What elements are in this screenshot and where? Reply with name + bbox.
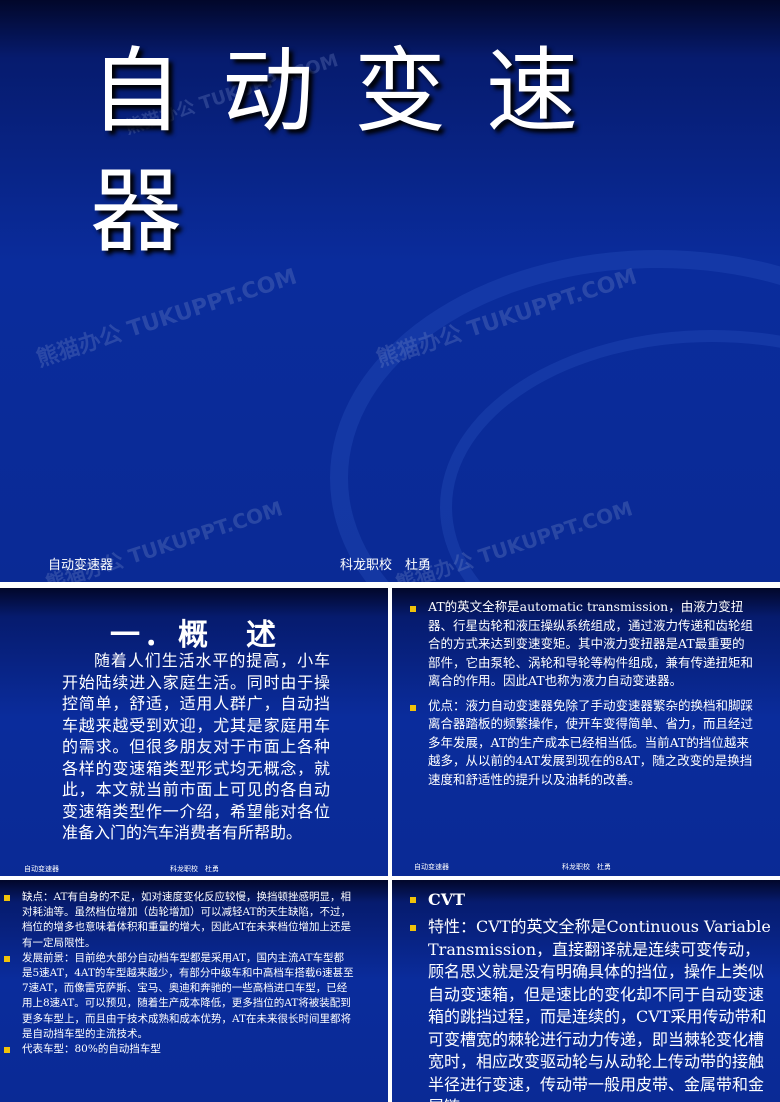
bullet-item: 优点：液力自动变速器免除了手动变速器繁杂的换档和脚踩离合器踏板的频繁操作，使开车… bbox=[410, 697, 755, 790]
bullet-marker bbox=[4, 1047, 10, 1054]
bullet-list: 缺点：AT有自身的不足，如对速度变化反应较慢，换挡顿挫感明显，相对耗油等。虽然档… bbox=[4, 890, 354, 1057]
footer-left: 自动变速器 bbox=[24, 865, 59, 873]
bullet-text: 发展前景：目前绝大部分自动档车型都是采用AT，国内主流AT车型都是5速AT，4A… bbox=[22, 951, 354, 1040]
bullet-marker bbox=[410, 897, 416, 903]
watermark: 熊猫办公 TUKUPPT.COM bbox=[33, 264, 301, 373]
bullet-marker bbox=[4, 955, 10, 962]
cvt-body-item: 特性：CVT的英文全称是Continuous Variable Transmis… bbox=[410, 916, 773, 1102]
bullet-item: 代表车型：80%的自动挡车型 bbox=[4, 1042, 354, 1057]
bullet-marker bbox=[410, 704, 416, 711]
slide-heading: 一．概 述 bbox=[110, 618, 280, 653]
at-intro-slide: AT的英文全称是automatic transmission，由液力变扭器、行星… bbox=[392, 588, 780, 876]
cvt-body: 特性：CVT的英文全称是Continuous Variable Transmis… bbox=[428, 917, 771, 1102]
bullet-item: AT的英文全称是automatic transmission，由液力变扭器、行星… bbox=[410, 598, 755, 691]
bullet-marker bbox=[410, 606, 416, 612]
cvt-heading-item: CVT bbox=[410, 890, 465, 909]
overview-paragraph: 随着人们生活水平的提高，小车开始陆续进入家庭生活。同时由于操控简单，舒适，适用人… bbox=[62, 651, 330, 842]
cvt-heading: CVT bbox=[428, 890, 466, 909]
footer-right: 科龙职校 杜勇 bbox=[170, 865, 219, 873]
footer-left: 自动变速器 bbox=[48, 558, 114, 573]
footer-right: 科龙职校 杜勇 bbox=[340, 558, 432, 573]
bullet-text: AT的英文全称是automatic transmission，由液力变扭器、行星… bbox=[428, 599, 754, 688]
footer-left: 自动变速器 bbox=[414, 863, 449, 871]
bullet-list: AT的英文全称是automatic transmission，由液力变扭器、行星… bbox=[410, 598, 755, 789]
bullet-item: 发展前景：目前绝大部分自动档车型都是采用AT，国内主流AT车型都是5速AT，4A… bbox=[4, 951, 354, 1042]
title-slide: 熊猫办公 TUKUPPT.COM 熊猫办公 TUKUPPT.COM 熊猫办公 T… bbox=[0, 0, 780, 582]
bullet-item: 缺点：AT有自身的不足，如对速度变化反应较慢，换挡顿挫感明显，相对耗油等。虽然档… bbox=[4, 890, 354, 951]
bullet-marker bbox=[4, 895, 10, 901]
cvt-slide: CVT 特性：CVT的英文全称是Continuous Variable Tran… bbox=[392, 880, 780, 1102]
slide-title: 自动变速器 bbox=[90, 38, 619, 265]
at-details-slide: 缺点：AT有自身的不足，如对速度变化反应较慢，换挡顿挫感明显，相对耗油等。虽然档… bbox=[0, 880, 388, 1102]
bullet-text: 缺点：AT有自身的不足，如对速度变化反应较慢，换挡顿挫感明显，相对耗油等。虽然档… bbox=[22, 891, 352, 949]
footer-right: 科龙职校 杜勇 bbox=[562, 863, 611, 871]
overview-slide: 一．概 述 随着人们生活水平的提高，小车开始陆续进入家庭生活。同时由于操控简单，… bbox=[0, 588, 388, 876]
bullet-text: 代表车型：80%的自动挡车型 bbox=[22, 1043, 161, 1056]
bullet-text: 优点：液力自动变速器免除了手动变速器繁杂的换档和脚踩离合器踏板的频繁操作，使开车… bbox=[428, 697, 754, 787]
bullet-marker bbox=[410, 925, 416, 931]
